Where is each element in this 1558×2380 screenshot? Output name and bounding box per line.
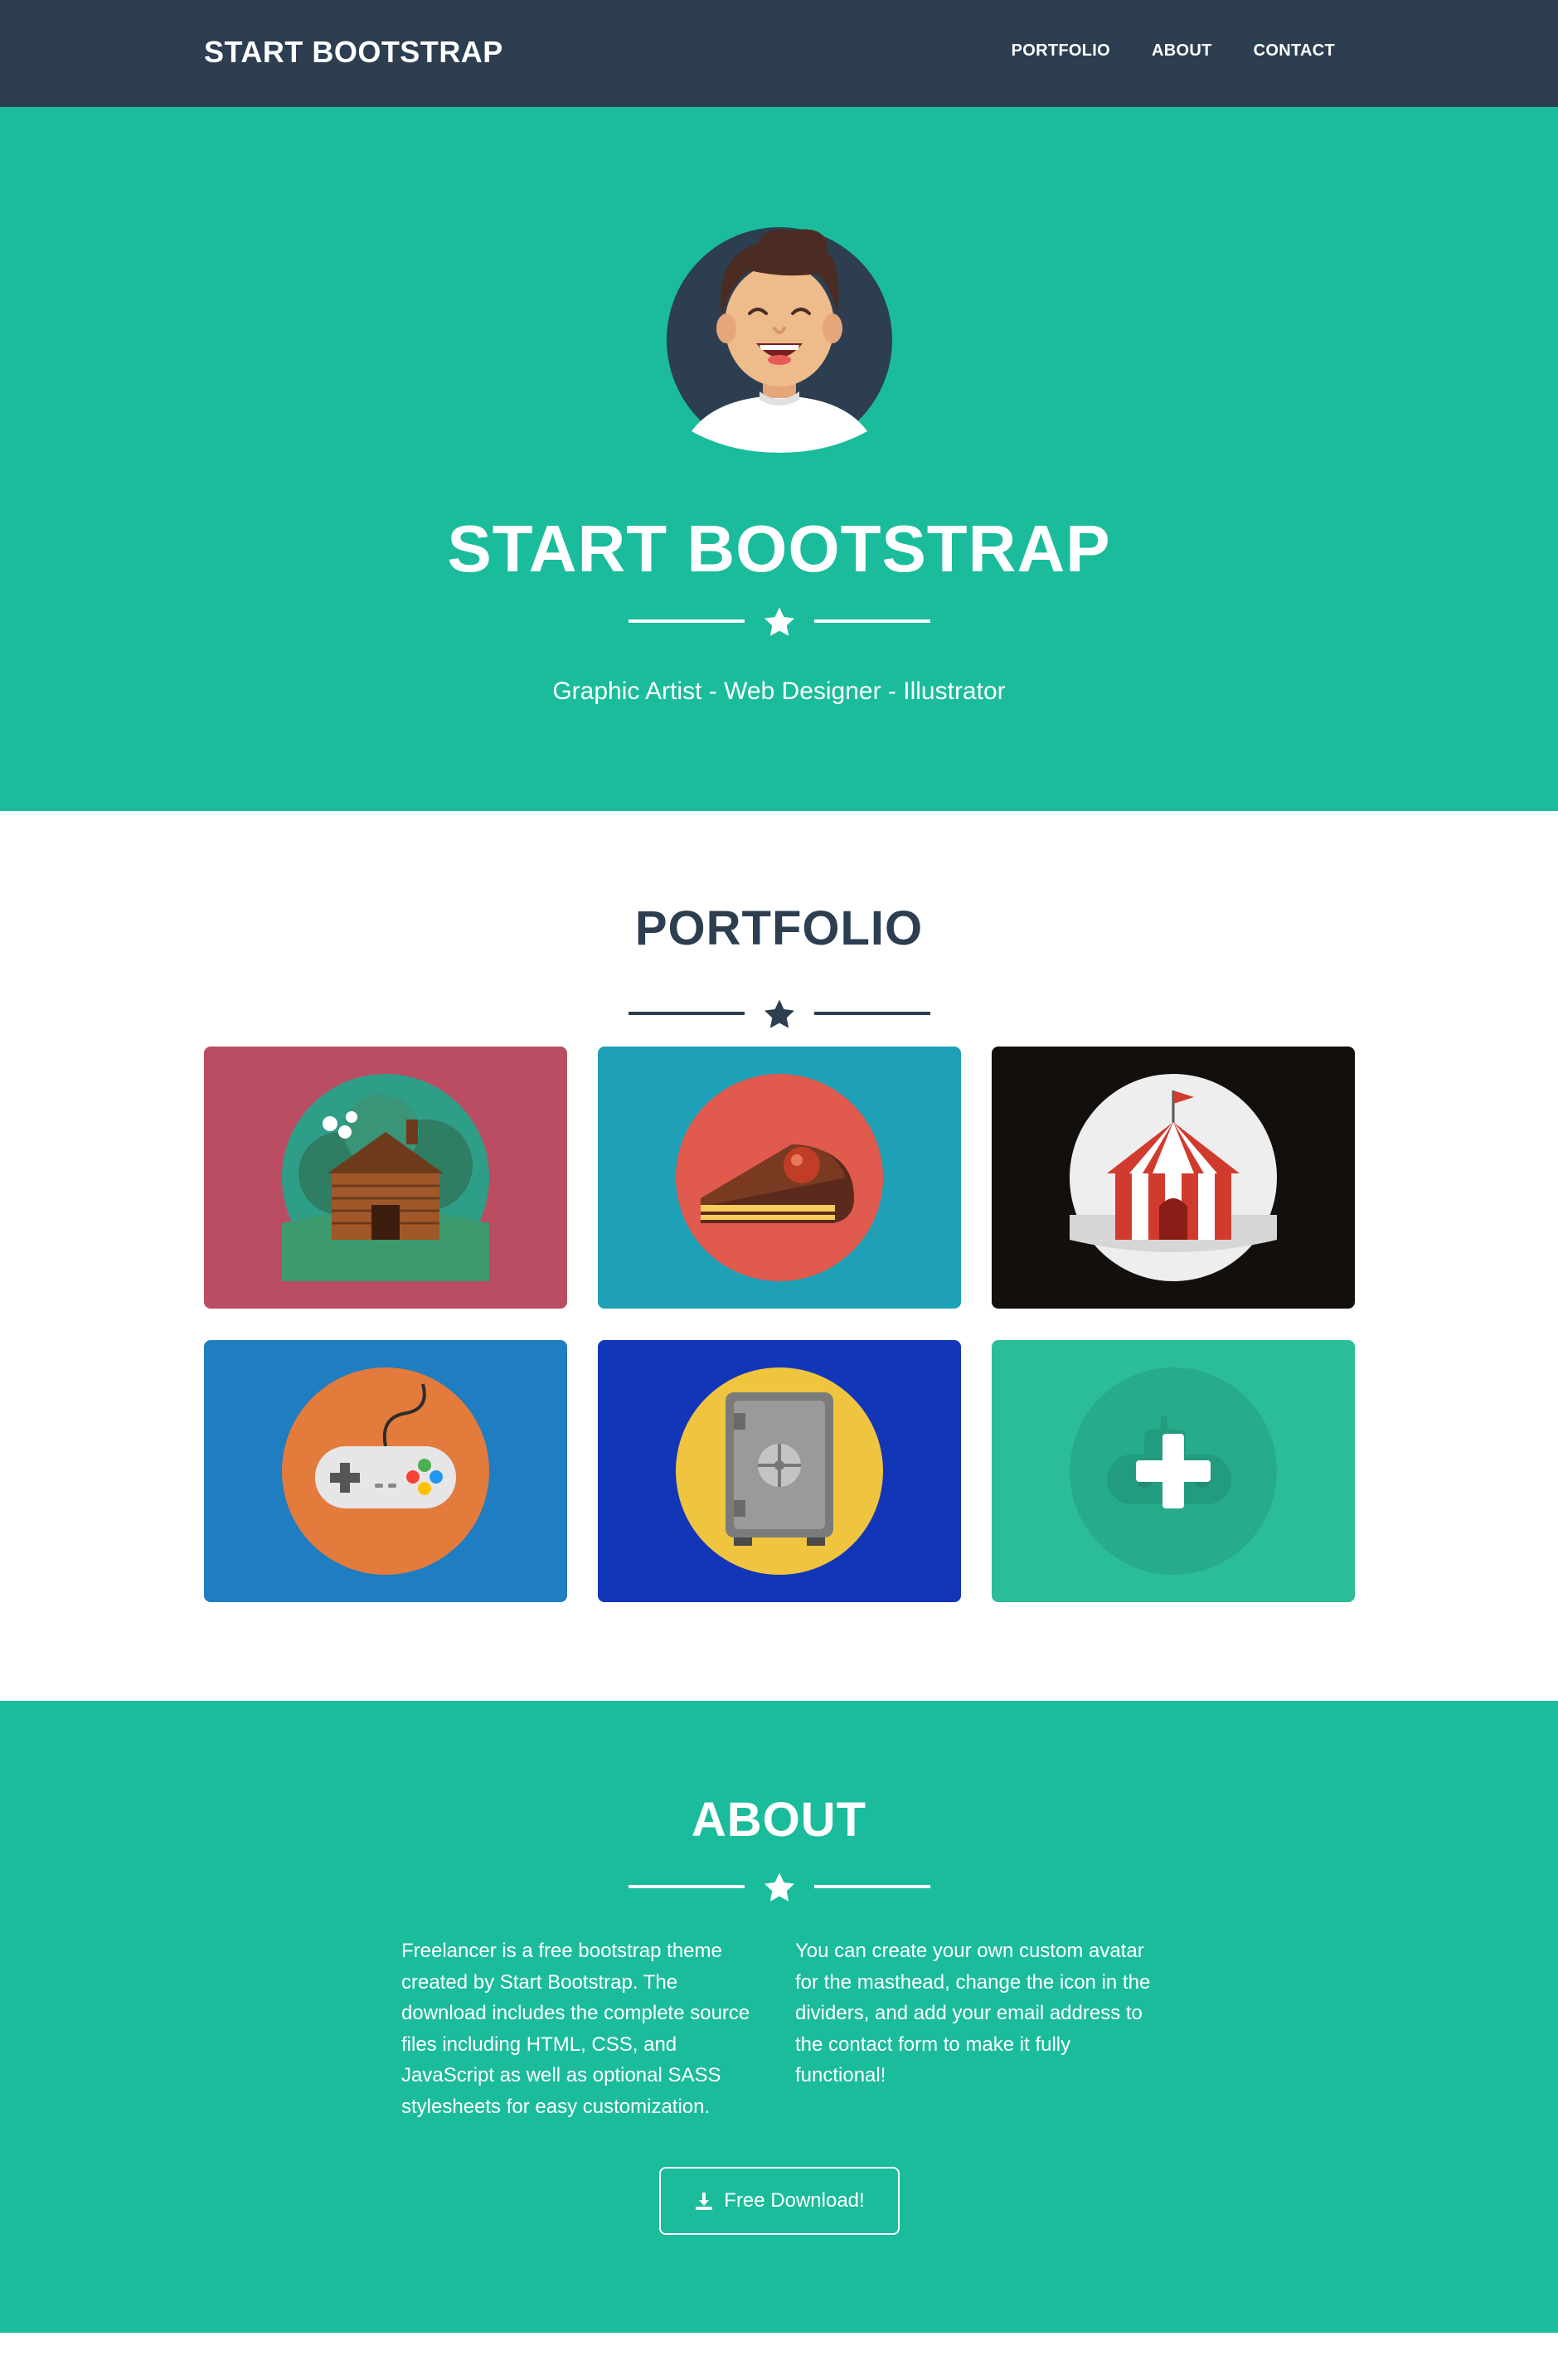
portfolio-item-safe[interactable]	[598, 1340, 961, 1602]
portfolio-item-cabin[interactable]	[204, 1047, 567, 1309]
masthead-title: START BOOTSTRAP	[447, 512, 1111, 585]
navbar: START BOOTSTRAP PORTFOLIO ABOUT CONTACT	[0, 0, 1558, 107]
about-divider	[629, 1870, 930, 1903]
about-text-left: Freelancer is a free bootstrap theme cre…	[401, 1940, 750, 2118]
portfolio-title: PORTFOLIO	[634, 901, 924, 955]
free-download-button[interactable]: Free Download!	[659, 2167, 900, 2235]
divider-line-right	[814, 1885, 930, 1888]
portfolio-item-circus[interactable]	[992, 1047, 1355, 1309]
divider-line-right	[814, 1012, 930, 1015]
brand-link[interactable]: START BOOTSTRAP	[204, 35, 503, 70]
divider-line-left	[629, 619, 745, 623]
cabin-icon	[282, 1074, 489, 1281]
nav-link-contact[interactable]: CONTACT	[1254, 41, 1335, 61]
about-text-right: You can create your own custom avatar fo…	[795, 1940, 1151, 2086]
page-bottom	[0, 2333, 1558, 2380]
cake-icon	[676, 1074, 883, 1281]
about-title: ABOUT	[691, 1793, 867, 1847]
free-download-label: Free Download!	[724, 2189, 865, 2212]
star-icon	[764, 999, 795, 1028]
game-controller-icon	[282, 1367, 489, 1575]
nav-link-about[interactable]: ABOUT	[1152, 41, 1212, 61]
submarine-icon	[1070, 1367, 1277, 1575]
star-icon	[764, 607, 795, 636]
portfolio-divider	[629, 997, 930, 1030]
avatar	[667, 227, 892, 453]
nav-links: PORTFOLIO ABOUT CONTACT	[1012, 41, 1335, 61]
nav-link-portfolio[interactable]: PORTFOLIO	[1012, 41, 1110, 61]
safe-icon	[676, 1367, 883, 1575]
portfolio-item-controller[interactable]	[204, 1340, 567, 1602]
star-icon	[764, 1872, 795, 1902]
about-section: ABOUT Freelancer is a free bootstrap the…	[0, 1701, 1558, 2333]
masthead-subtitle: Graphic Artist - Web Designer - Illustra…	[552, 678, 1006, 705]
portfolio-section: PORTFOLIO	[0, 811, 1558, 1701]
masthead-divider	[629, 605, 930, 638]
portfolio-item-submarine[interactable]	[992, 1340, 1355, 1602]
divider-line-left	[629, 1885, 745, 1888]
download-icon	[696, 2193, 713, 2210]
circus-tent-icon	[1070, 1074, 1277, 1281]
masthead: START BOOTSTRAP Graphic Artist - Web Des…	[0, 107, 1558, 811]
portfolio-item-cake[interactable]	[598, 1047, 961, 1309]
divider-line-right	[814, 619, 930, 623]
divider-line-left	[629, 1012, 745, 1015]
